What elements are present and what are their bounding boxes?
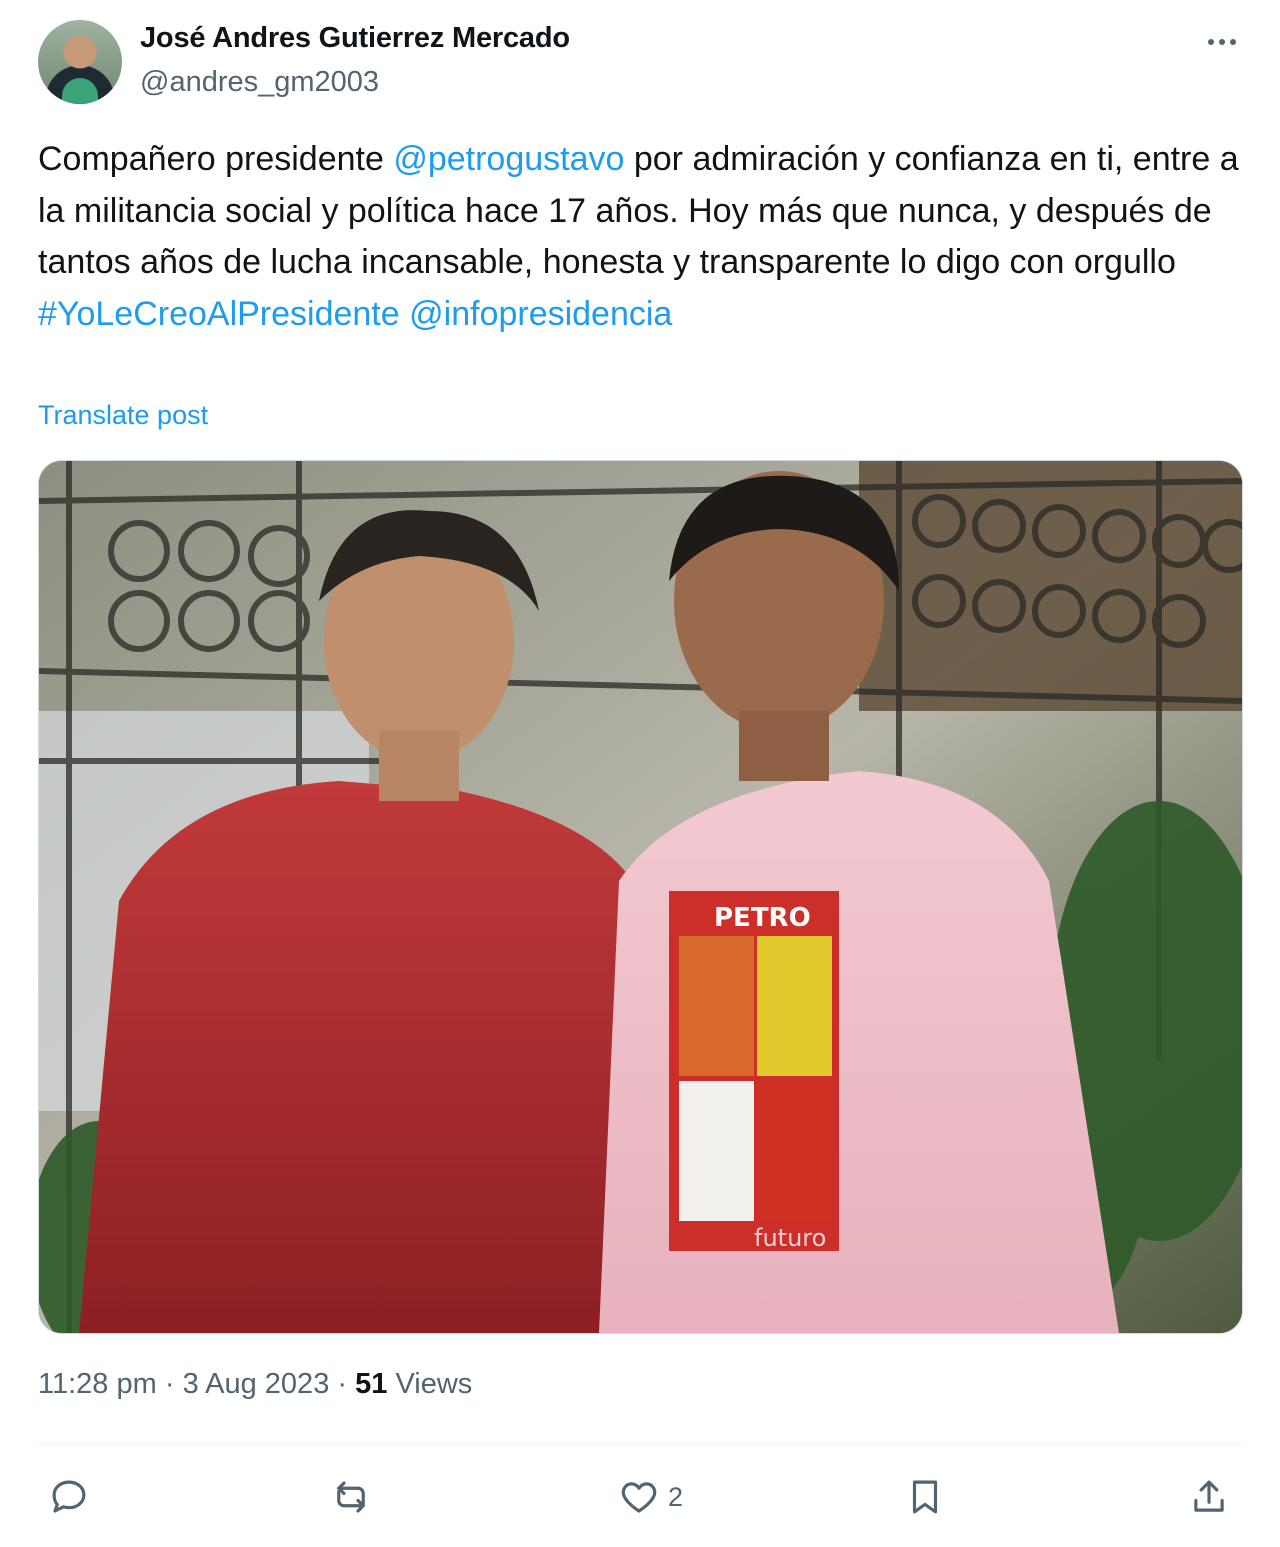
repost-button[interactable]	[330, 1462, 372, 1532]
post-metadata: 11:28 pm · 3 Aug 2023 · 51 Views	[38, 1368, 472, 1401]
action-bar-divider	[38, 1444, 1243, 1445]
post-header: José Andres Gutierrez Mercado @andres_gm…	[38, 20, 1248, 110]
reply-button[interactable]	[48, 1462, 90, 1532]
bookmark-icon	[912, 1480, 938, 1514]
photo-illustration: PETRO futuro	[39, 461, 1242, 1333]
heart-icon	[621, 1482, 657, 1513]
mention-link[interactable]: @infopresidencia	[409, 295, 672, 333]
like-button[interactable]: 2	[618, 1462, 683, 1532]
hashtag-link[interactable]: #YoLeCreoAlPresidente	[38, 295, 400, 333]
share-button[interactable]	[1188, 1462, 1230, 1532]
more-options-icon[interactable]	[1202, 24, 1242, 60]
mention-link[interactable]: @petrogustavo	[393, 140, 624, 178]
translate-post-link[interactable]: Translate post	[38, 400, 208, 431]
reply-icon	[52, 1480, 86, 1513]
shirt-print-slogan: futuro	[754, 1224, 826, 1252]
repost-icon	[337, 1481, 365, 1513]
author-handle[interactable]: @andres_gm2003	[140, 66, 379, 99]
views-label: Views	[395, 1368, 473, 1400]
author-display-name[interactable]: José Andres Gutierrez Mercado	[140, 22, 570, 55]
action-bar: 2	[38, 1462, 1243, 1532]
post-date[interactable]: 3 Aug 2023	[183, 1368, 330, 1400]
meta-separator: ·	[164, 1368, 175, 1400]
meta-separator: ·	[337, 1368, 348, 1400]
views-count: 51	[355, 1368, 388, 1400]
shirt-print-title: PETRO	[714, 903, 811, 933]
post-text-part: Compañero presidente	[38, 140, 394, 178]
author-avatar[interactable]	[38, 20, 122, 104]
bookmark-button[interactable]	[904, 1462, 946, 1532]
post-text-part	[400, 295, 409, 333]
post-text: Compañero presidente @petrogustavo por a…	[38, 134, 1243, 340]
like-count: 2	[668, 1481, 684, 1512]
share-icon	[1194, 1480, 1224, 1512]
post-time[interactable]: 11:28 pm	[38, 1368, 157, 1400]
post-image[interactable]: PETRO futuro	[38, 460, 1243, 1334]
